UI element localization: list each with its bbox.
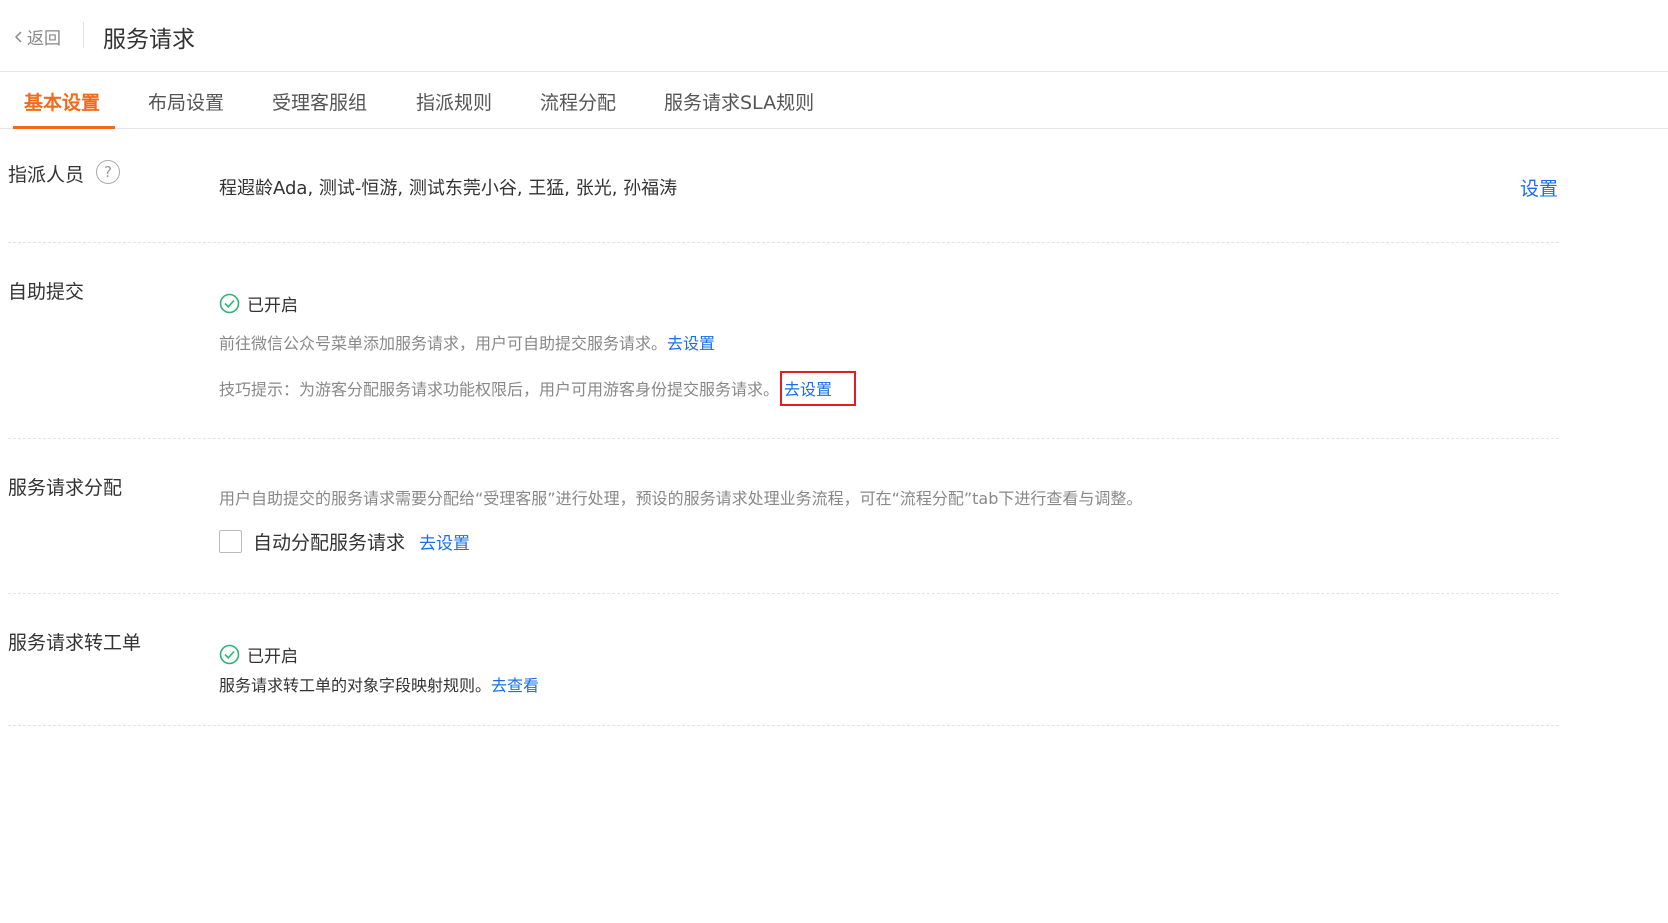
auto-distribute-row: 自动分配服务请求 去设置 xyxy=(219,528,470,555)
tab-basic-settings[interactable]: 基本设置 xyxy=(24,88,100,115)
assignee-list: 程遐龄Ada, 测试-恒游, 测试东莞小谷, 王猛, 张光, 孙福涛 xyxy=(219,178,678,199)
distribution-label: 服务请求分配 xyxy=(8,477,123,499)
page-header: 返回 服务请求 xyxy=(0,0,1668,72)
check-circle-icon xyxy=(219,644,240,665)
tab-assignment-rules[interactable]: 指派规则 xyxy=(416,88,492,115)
auto-distribute-label: 自动分配服务请求 xyxy=(253,532,406,554)
distribution-description: 用户自助提交的服务请求需要分配给“受理客服”进行处理，预设的服务请求处理业务流程… xyxy=(219,489,1143,508)
hint-text: 前往微信公众号菜单添加服务请求，用户可自助提交服务请求。 xyxy=(219,334,668,353)
auto-distribute-checkbox[interactable] xyxy=(219,530,242,553)
wechat-settings-link[interactable]: 去设置 xyxy=(667,334,715,353)
assign-label: 指派人员 xyxy=(8,164,85,186)
convert-label: 服务请求转工单 xyxy=(8,632,142,654)
chevron-left-icon xyxy=(14,30,22,43)
status-text: 已开启 xyxy=(247,647,298,667)
tab-layout-settings[interactable]: 布局设置 xyxy=(148,88,224,115)
tab-sla-rules[interactable]: 服务请求SLA规则 xyxy=(664,88,814,115)
back-label: 返回 xyxy=(27,29,61,49)
wechat-menu-hint: 前往微信公众号菜单添加服务请求，用户可自助提交服务请求。去设置 xyxy=(219,330,715,354)
check-circle-icon xyxy=(219,293,240,314)
section-divider xyxy=(8,593,1559,594)
distribution-settings-link[interactable]: 去设置 xyxy=(419,529,470,554)
header-divider xyxy=(83,22,84,48)
section-divider xyxy=(8,725,1559,726)
guest-tip-hint: 技巧提示：为游客分配服务请求功能权限后，用户可用游客身份提交服务请求。 去设置 xyxy=(219,371,857,406)
question-circle-icon[interactable]: ? xyxy=(96,160,120,184)
settings-tabs: 基本设置 布局设置 受理客服组 指派规则 流程分配 服务请求SLA规则 xyxy=(0,72,1668,129)
section-divider xyxy=(8,438,1559,439)
back-button[interactable]: 返回 xyxy=(14,24,61,49)
guest-settings-link[interactable]: 去设置 xyxy=(784,380,832,399)
assign-settings-link[interactable]: 设置 xyxy=(1520,174,1558,201)
convert-status: 已开启 xyxy=(219,642,298,667)
page-title: 服务请求 xyxy=(103,27,195,53)
tab-service-groups[interactable]: 受理客服组 xyxy=(272,88,367,115)
highlight-box: 去设置 xyxy=(780,371,857,406)
convert-description: 服务请求转工单的对象字段映射规则。去查看 xyxy=(219,672,539,696)
active-tab-indicator xyxy=(13,126,115,129)
description-text: 服务请求转工单的对象字段映射规则。 xyxy=(219,676,492,695)
self-submit-status: 已开启 xyxy=(219,291,298,316)
hint-text: 技巧提示：为游客分配服务请求功能权限后，用户可用游客身份提交服务请求。 xyxy=(219,380,780,399)
convert-view-link[interactable]: 去查看 xyxy=(491,676,539,695)
status-text: 已开启 xyxy=(247,296,298,316)
self-submit-label: 自助提交 xyxy=(8,281,85,303)
tab-process-distribution[interactable]: 流程分配 xyxy=(540,88,616,115)
section-divider xyxy=(8,242,1559,243)
